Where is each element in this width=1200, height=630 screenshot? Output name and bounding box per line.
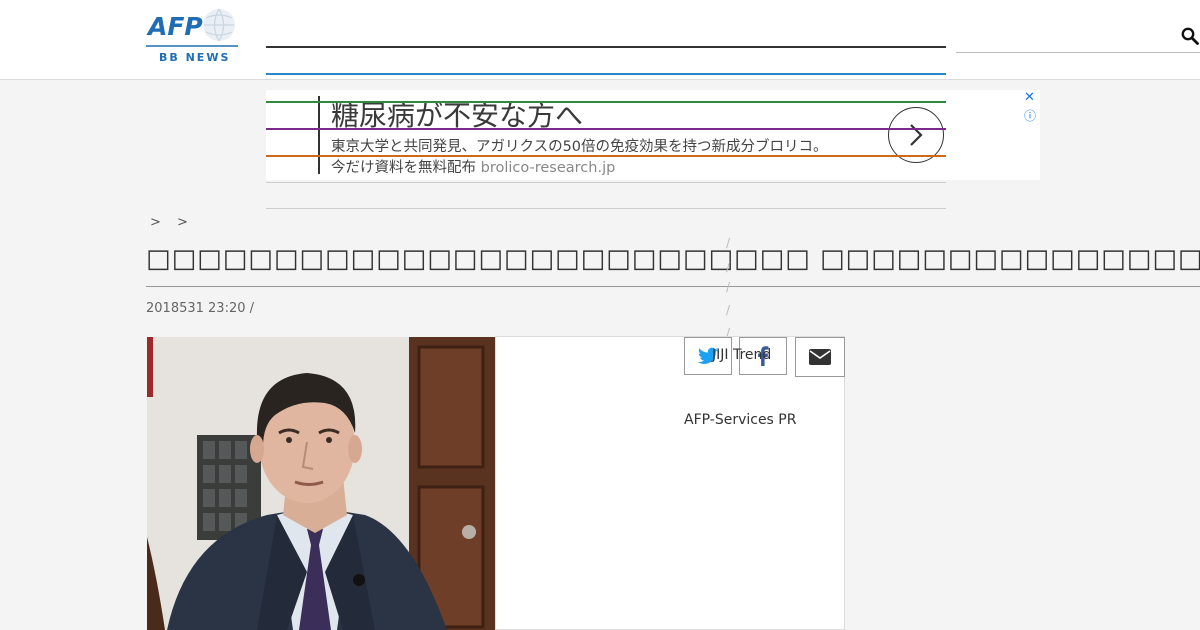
mail-icon: [809, 349, 831, 365]
ad-description[interactable]: 東京大学と共同発見、アガリクスの50倍の免疫効果を持つ新成分ブロリコ。: [331, 135, 828, 156]
search-input-underline[interactable]: [956, 52, 1200, 53]
afp-bb-news-logo[interactable]: AFP BB NEWS: [146, 8, 238, 66]
ad-cta-line[interactable]: 今だけ資料を無料配布 brolico-research.jp: [331, 156, 615, 177]
title-divider: [146, 286, 1200, 287]
link-separator: /: [726, 280, 731, 294]
link-separator: /: [726, 260, 731, 274]
search-icon[interactable]: [1181, 27, 1199, 45]
afp-services-pr-link[interactable]: AFP-Services PR: [684, 412, 796, 428]
ad-info-icon[interactable]: ⓘ: [1024, 107, 1036, 124]
ad-domain: brolico-research.jp: [480, 160, 616, 176]
nav-line-green[interactable]: [266, 101, 946, 103]
ad-close-icon[interactable]: ✕: [1024, 90, 1035, 105]
share-mail-button[interactable]: [795, 337, 845, 377]
logo-afp-text: AFP: [146, 12, 203, 41]
ad-accent-bar: [318, 96, 320, 174]
nav-line-black[interactable]: [266, 46, 946, 48]
link-separator: /: [726, 303, 731, 317]
nav-divider: [266, 182, 946, 183]
link-separator: /: [726, 236, 731, 250]
nav-line-blue[interactable]: [266, 73, 946, 75]
article-photo[interactable]: [147, 337, 495, 630]
logo-subtext: BB NEWS: [159, 51, 230, 64]
article-date: 2018531 23:20 /: [146, 301, 255, 316]
ad-cta-text: 今だけ資料を無料配布: [331, 160, 476, 176]
nav-divider: [266, 208, 946, 209]
nav-line-orange[interactable]: [266, 155, 946, 157]
jiji-trend-link[interactable]: JIJI Trend: [712, 347, 771, 363]
nav-line-purple[interactable]: [266, 128, 946, 130]
article-side-panel: [495, 336, 845, 630]
breadcrumb[interactable]: > >: [150, 215, 194, 230]
article-title: □□□□□□□□□□□□□□□□□□□□□□□□□□ □□□□□□□□□□□□□…: [146, 244, 1200, 274]
